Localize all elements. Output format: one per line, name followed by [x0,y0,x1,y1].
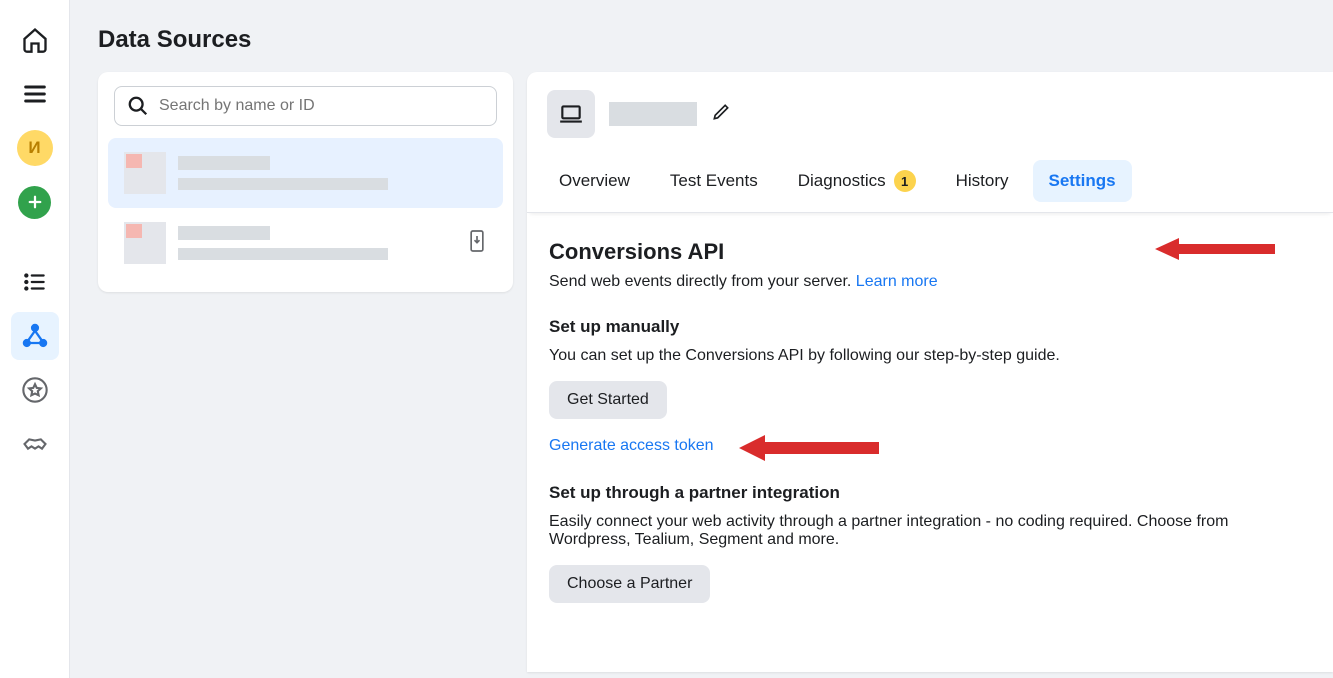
tab-diagnostics-label: Diagnostics [798,171,886,191]
plus-circle-icon [18,186,51,219]
source-thumb [124,222,166,264]
nodes-icon [21,322,49,350]
tab-history[interactable]: History [940,160,1025,202]
conversions-heading: Conversions API [549,239,1311,265]
generate-access-token-link[interactable]: Generate access token [549,437,714,454]
home-icon [21,26,49,54]
tab-settings[interactable]: Settings [1033,160,1132,202]
detail-header [527,72,1333,144]
source-text-redacted [178,156,487,190]
get-started-button[interactable]: Get Started [549,381,667,419]
nav-menu[interactable] [11,70,59,118]
list-icon [22,269,48,295]
nav-handshake[interactable] [11,420,59,468]
source-thumb [124,152,166,194]
download-device-icon [467,229,487,253]
source-item-selected[interactable] [108,138,503,208]
nav-data-sources[interactable] [11,312,59,360]
tab-diagnostics[interactable]: Diagnostics 1 [782,160,932,202]
tab-test-events[interactable]: Test Events [654,160,774,202]
hamburger-icon [21,80,49,108]
choose-partner-button[interactable]: Choose a Partner [549,565,710,603]
laptop-icon [558,101,584,127]
avatar-circle: И [17,130,53,166]
handshake-icon [21,430,49,458]
nav-avatar[interactable]: И [11,124,59,172]
vertical-nav: И [0,0,70,678]
detail-panel: Overview Test Events Diagnostics 1 Histo… [527,72,1333,672]
pencil-icon [711,102,731,122]
learn-more-link[interactable]: Learn more [856,273,938,290]
source-text-redacted [178,226,455,260]
star-circle-icon [21,376,49,404]
conversions-description: Send web events directly from your serve… [549,273,1311,291]
source-list-panel [98,72,513,292]
search-input[interactable] [159,97,484,115]
nav-add[interactable] [11,178,59,226]
detail-tabs: Overview Test Events Diagnostics 1 Histo… [527,144,1333,213]
search-icon [127,95,149,117]
manual-heading: Set up manually [549,317,1311,337]
download-icon-button[interactable] [467,229,487,258]
source-name-redacted [609,102,697,126]
diagnostics-badge: 1 [894,170,916,192]
source-item[interactable] [108,208,503,278]
page-title: Data Sources [70,0,1333,72]
search-box[interactable] [114,86,497,126]
laptop-icon-box [547,90,595,138]
partner-description: Easily connect your web activity through… [549,513,1311,549]
nav-list[interactable] [11,258,59,306]
annotation-arrow-token [739,431,879,465]
partner-heading: Set up through a partner integration [549,483,1311,503]
nav-home[interactable] [11,16,59,64]
nav-star[interactable] [11,366,59,414]
manual-description: You can set up the Conversions API by fo… [549,347,1311,365]
tab-overview[interactable]: Overview [543,160,646,202]
edit-name-button[interactable] [711,102,731,127]
